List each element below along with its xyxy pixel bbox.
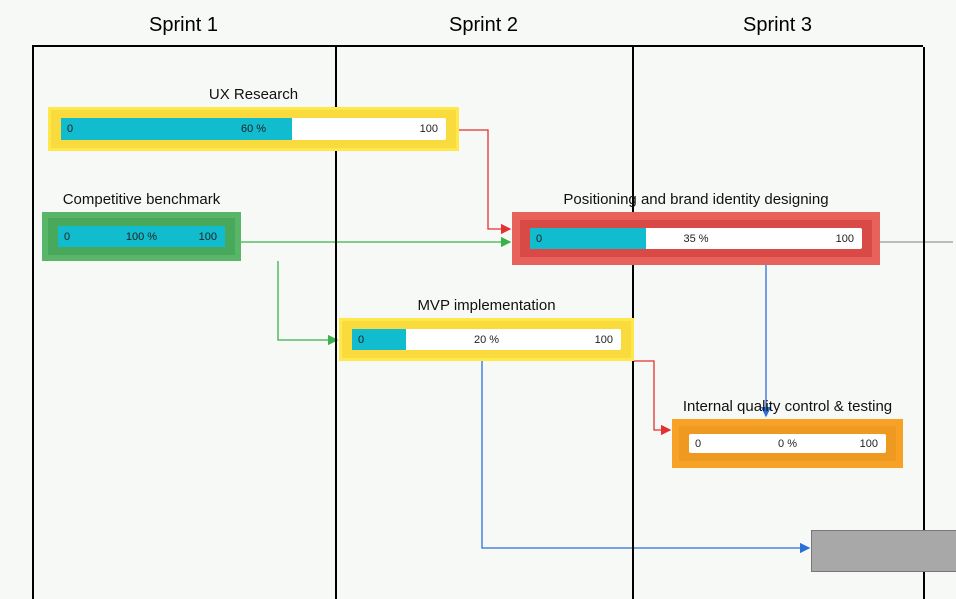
progress-track: 0 0 % 100 bbox=[689, 434, 886, 453]
task-positioning[interactable]: 0 35 % 100 bbox=[512, 212, 880, 265]
progress-track: 0 35 % 100 bbox=[530, 228, 862, 249]
progress-track: 0 100 % 100 bbox=[58, 226, 225, 247]
header-underline bbox=[32, 45, 335, 47]
progress-percent: 60 % bbox=[241, 123, 266, 135]
task-placeholder[interactable] bbox=[811, 530, 956, 572]
progress-min: 0 bbox=[64, 231, 70, 243]
progress-percent: 35 % bbox=[683, 233, 708, 245]
progress-max: 100 bbox=[860, 438, 878, 450]
header-underline bbox=[335, 45, 632, 47]
task-label-ux-research: UX Research bbox=[48, 86, 459, 103]
progress-max: 100 bbox=[420, 123, 438, 135]
column-divider bbox=[923, 47, 925, 599]
progress-min: 0 bbox=[358, 334, 364, 346]
sprint-header-3: Sprint 3 bbox=[632, 14, 923, 37]
progress-percent: 100 % bbox=[126, 231, 157, 243]
task-internal-qa[interactable]: 0 0 % 100 bbox=[672, 419, 903, 468]
task-competitive-benchmark[interactable]: 0 100 % 100 bbox=[42, 212, 241, 261]
progress-min: 0 bbox=[67, 123, 73, 135]
progress-min: 0 bbox=[536, 233, 542, 245]
task-label-competitive: Competitive benchmark bbox=[42, 191, 241, 208]
column-divider bbox=[32, 47, 34, 599]
task-label-qa: Internal quality control & testing bbox=[672, 398, 903, 415]
progress-track: 0 60 % 100 bbox=[61, 118, 446, 140]
task-label-positioning: Positioning and brand identity designing bbox=[512, 191, 880, 208]
header-underline bbox=[632, 45, 923, 47]
progress-max: 100 bbox=[199, 231, 217, 243]
sprint-header-1: Sprint 1 bbox=[32, 14, 335, 37]
progress-max: 100 bbox=[595, 334, 613, 346]
task-ux-research[interactable]: 0 60 % 100 bbox=[48, 107, 459, 151]
progress-percent: 0 % bbox=[778, 438, 797, 450]
progress-track: 0 20 % 100 bbox=[352, 329, 621, 350]
task-label-mvp: MVP implementation bbox=[339, 297, 634, 314]
task-mvp[interactable]: 0 20 % 100 bbox=[339, 318, 634, 361]
sprint-diagram: Sprint 1 Sprint 2 Sprint 3 UX Research 0… bbox=[0, 0, 956, 599]
progress-max: 100 bbox=[836, 233, 854, 245]
progress-fill bbox=[530, 228, 646, 249]
progress-percent: 20 % bbox=[474, 334, 499, 346]
sprint-header-2: Sprint 2 bbox=[335, 14, 632, 37]
progress-min: 0 bbox=[695, 438, 701, 450]
